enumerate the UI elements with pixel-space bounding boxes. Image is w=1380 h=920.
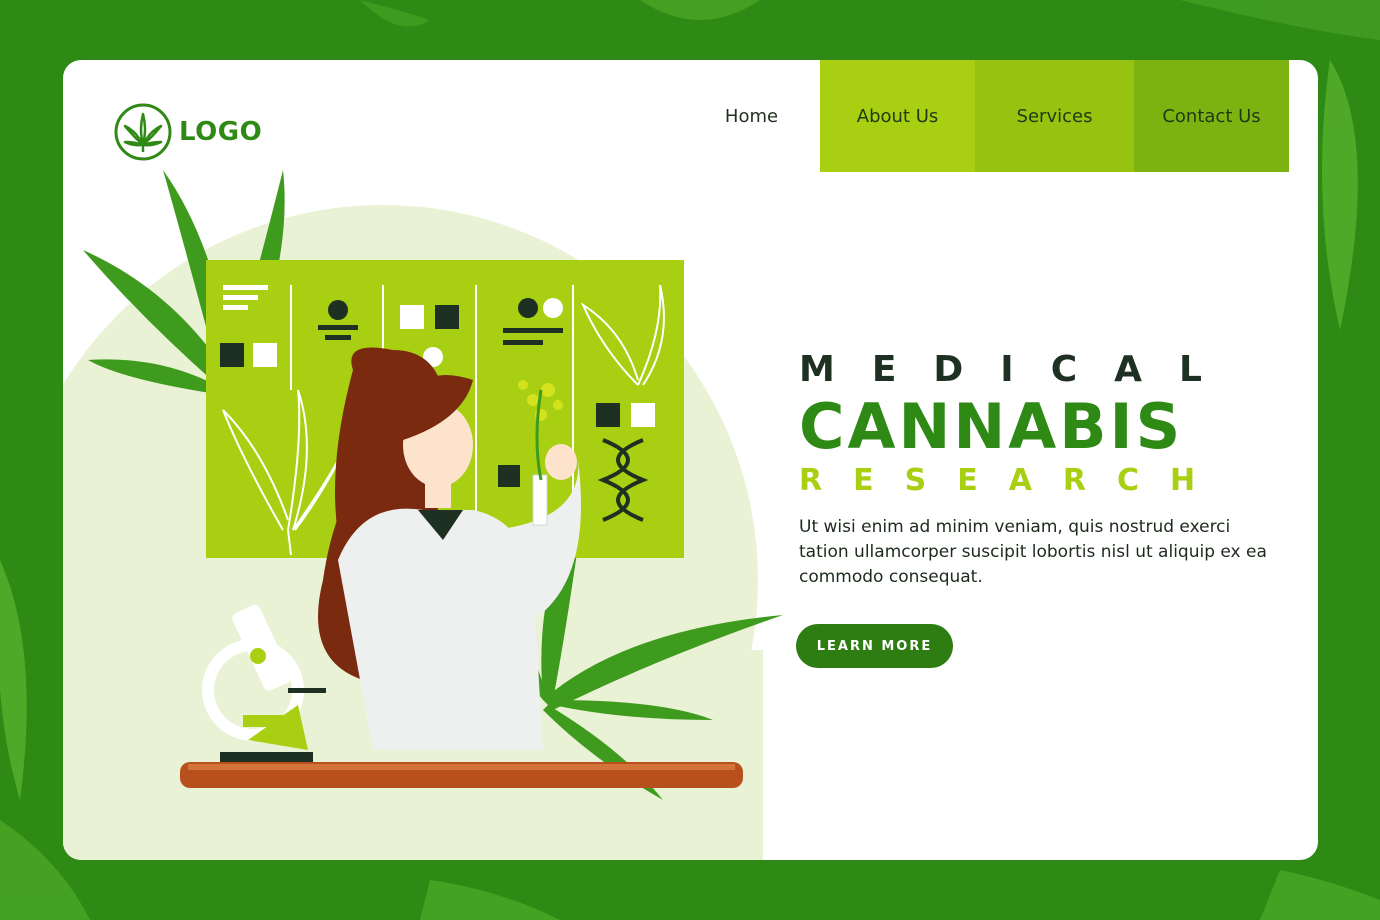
landing-card: LOGO Home About Us Services Contact Us M… xyxy=(63,60,1318,860)
nav-item-about-us[interactable]: About Us xyxy=(820,60,975,172)
hero-headline: MEDICAL CANNABIS RESEARCH xyxy=(799,350,1269,500)
hero-description: Ut wisi enim ad minim veniam, quis nostr… xyxy=(799,517,1267,587)
nav-item-services[interactable]: Services xyxy=(975,60,1134,172)
headline-line-2: CANNABIS xyxy=(799,390,1184,463)
headline-line-3: RESEARCH xyxy=(799,463,1227,498)
main-nav: Home About Us Services Contact Us xyxy=(63,60,1318,172)
nav-item-home[interactable]: Home xyxy=(683,60,820,172)
nav-item-contact-us[interactable]: Contact Us xyxy=(1134,60,1289,172)
headline-line-1: MEDICAL xyxy=(799,349,1239,390)
learn-more-button[interactable]: LEARN MORE xyxy=(796,624,953,668)
